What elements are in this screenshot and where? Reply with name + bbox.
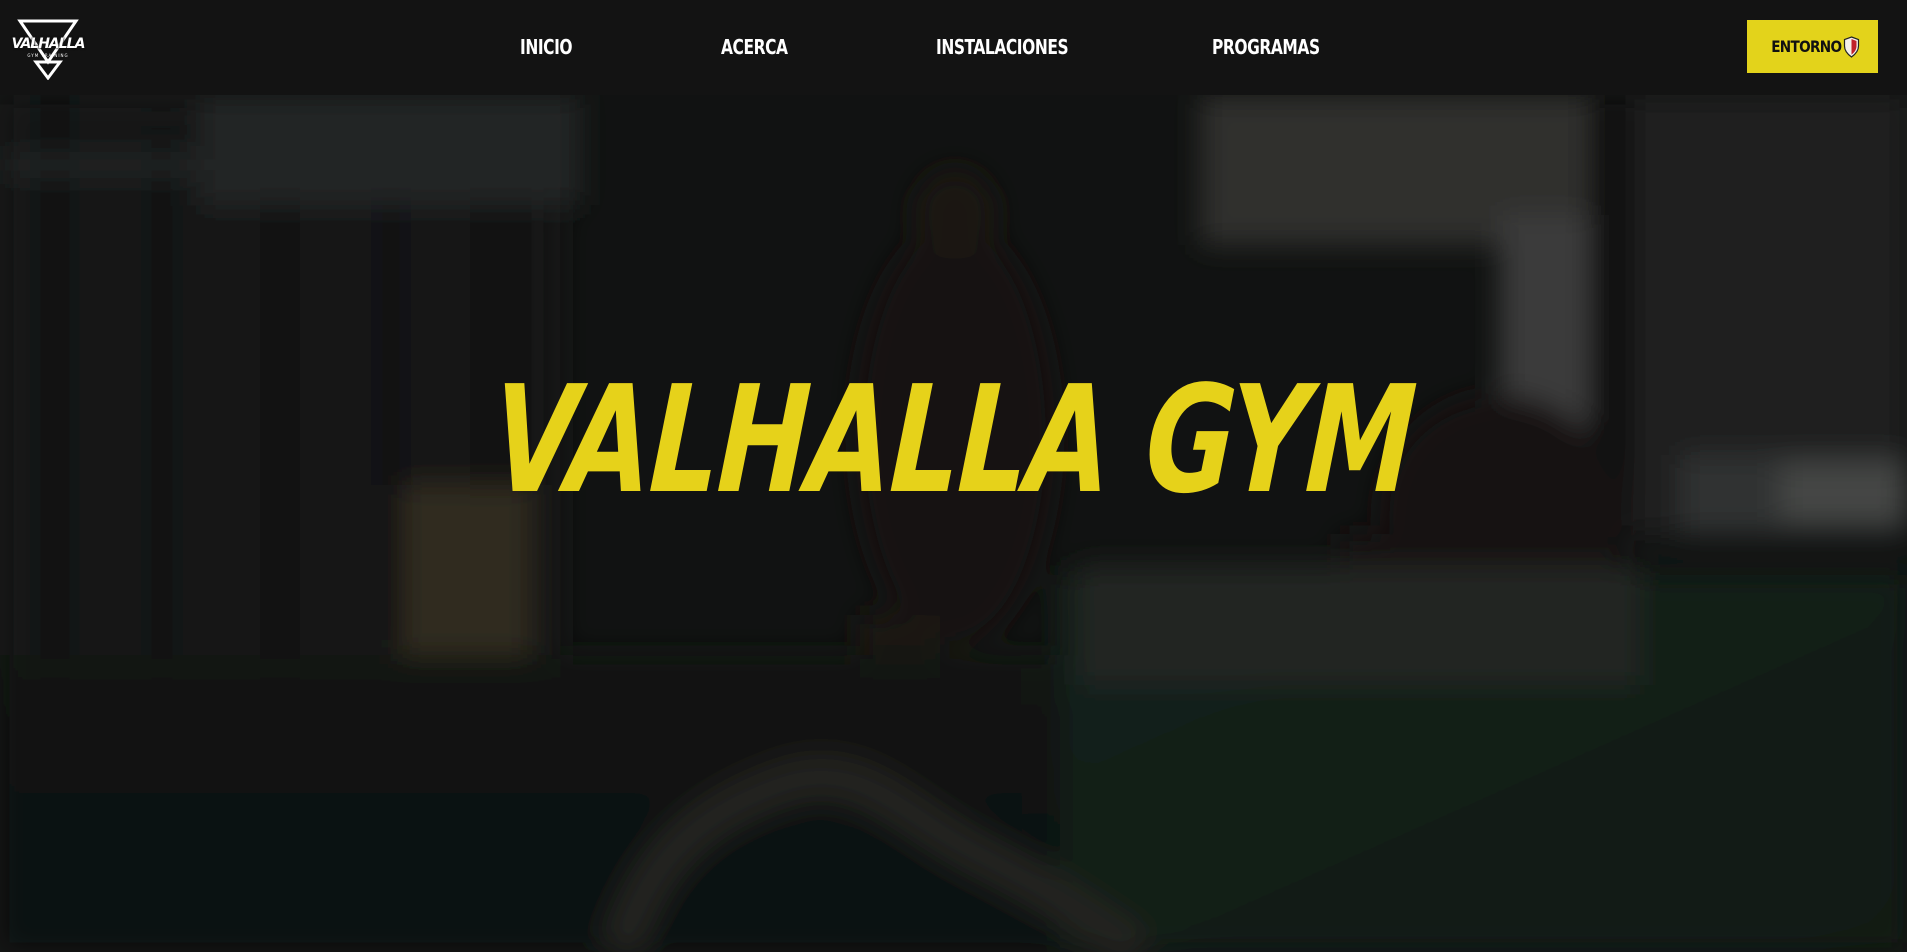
entorno-button[interactable]: ENTORNO xyxy=(1747,20,1878,73)
logo-wordmark: VALHALLA xyxy=(11,36,86,52)
hero-title: VALHALLA GYM xyxy=(488,354,1419,526)
shield-icon xyxy=(1843,35,1860,58)
hero-section: VALHALLA GYM xyxy=(0,95,1907,952)
entorno-button-label: ENTORNO xyxy=(1770,37,1842,56)
brand-logo[interactable]: VALHALLA GYM TRAINING xyxy=(10,18,86,80)
nav-link-programas[interactable]: PROGRAMAS xyxy=(1212,34,1320,60)
nav-link-inicio[interactable]: INICIO xyxy=(520,34,573,60)
nav-link-acerca[interactable]: ACERCA xyxy=(721,34,788,60)
logo-tagline: GYM TRAINING xyxy=(27,53,69,58)
nav-link-instalaciones[interactable]: INSTALACIONES xyxy=(936,34,1069,60)
top-navbar: VALHALLA GYM TRAINING INICIO ACERCA INST… xyxy=(0,0,1907,95)
